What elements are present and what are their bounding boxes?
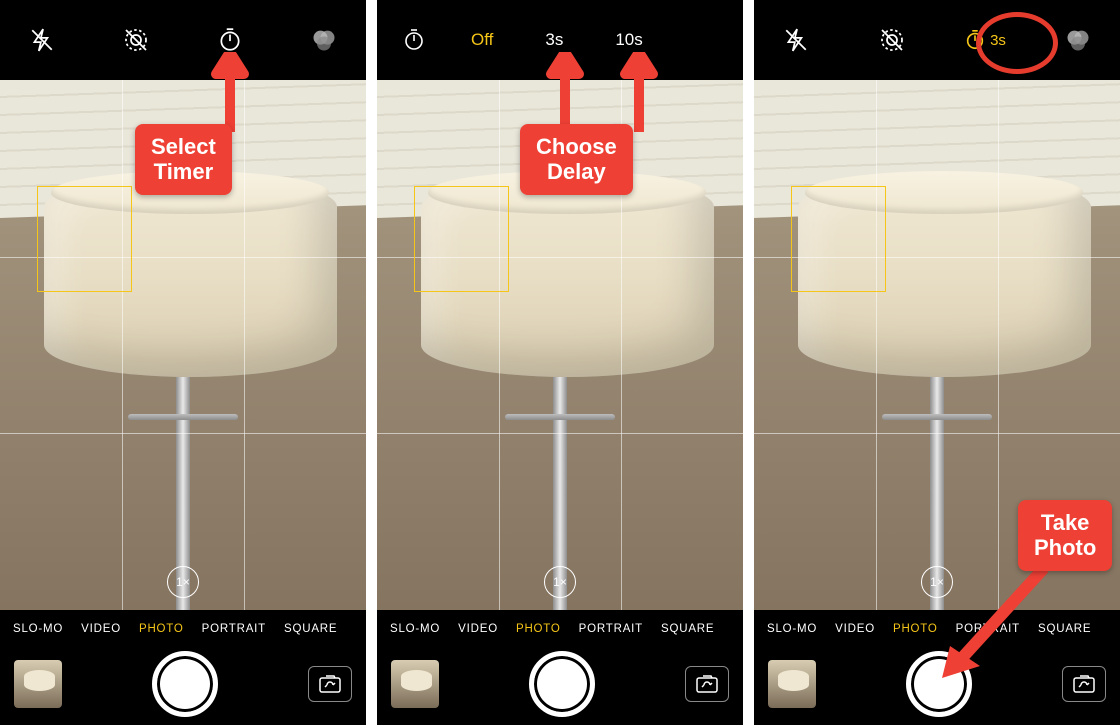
mode-slomo[interactable]: SLO-MO: [758, 623, 826, 635]
last-photo-thumbnail[interactable]: [14, 660, 62, 708]
mode-slomo[interactable]: SLO-MO: [4, 623, 72, 635]
filters-icon[interactable]: [294, 10, 354, 70]
filters-icon[interactable]: [1048, 10, 1108, 70]
timer-option-off[interactable]: Off: [459, 30, 505, 50]
camera-bottom-bar: SLO-MO VIDEO PHOTO PORTRAIT SQUARE: [377, 610, 743, 725]
mode-portrait[interactable]: PORTRAIT: [570, 623, 652, 635]
camera-mode-strip[interactable]: SLO-MO VIDEO PHOTO PORTRAIT SQUARE: [377, 610, 743, 648]
focus-rectangle: [414, 186, 509, 292]
phone-screen-2: Off 3s 10s 1× SLO-MO VIDEO PHOTO PORTRAI…: [377, 0, 743, 725]
camera-top-bar: [0, 0, 366, 80]
callout-select-timer: SelectTimer: [135, 124, 232, 195]
phone-screen-3: 3s 1× SLO-MO VIDEO PHOTO PORTRAIT SQUARE: [754, 0, 1120, 725]
callout-take-photo: TakePhoto: [1018, 500, 1112, 571]
shutter-button[interactable]: [152, 651, 218, 717]
mode-slomo[interactable]: SLO-MO: [381, 623, 449, 635]
phone-screen-1: 1× SLO-MO VIDEO PHOTO PORTRAIT SQUARE Se…: [0, 0, 366, 725]
timer-option-3s[interactable]: 3s: [533, 30, 575, 50]
timer-active-indicator[interactable]: 3s: [958, 10, 1012, 70]
flip-camera-icon[interactable]: [685, 666, 729, 702]
flip-camera-icon[interactable]: [308, 666, 352, 702]
timer-option-10s[interactable]: 10s: [603, 30, 654, 50]
mode-portrait[interactable]: PORTRAIT: [193, 623, 275, 635]
flash-off-icon[interactable]: [12, 10, 72, 70]
timer-icon[interactable]: [389, 10, 439, 70]
mode-photo[interactable]: PHOTO: [507, 623, 570, 635]
timer-active-label: 3s: [990, 32, 1006, 49]
flash-off-icon[interactable]: [766, 10, 826, 70]
last-photo-thumbnail[interactable]: [391, 660, 439, 708]
live-off-icon[interactable]: [862, 10, 922, 70]
focus-rectangle: [791, 186, 886, 292]
zoom-toggle[interactable]: 1×: [167, 566, 199, 598]
focus-rectangle: [37, 186, 132, 292]
mode-video[interactable]: VIDEO: [826, 623, 884, 635]
last-photo-thumbnail[interactable]: [768, 660, 816, 708]
mode-square[interactable]: SQUARE: [275, 623, 346, 635]
flip-camera-icon[interactable]: [1062, 666, 1106, 702]
mode-video[interactable]: VIDEO: [72, 623, 130, 635]
callout-choose-delay: ChooseDelay: [520, 124, 633, 195]
live-off-icon[interactable]: [106, 10, 166, 70]
shutter-button[interactable]: [529, 651, 595, 717]
zoom-toggle[interactable]: 1×: [544, 566, 576, 598]
camera-bottom-bar: SLO-MO VIDEO PHOTO PORTRAIT SQUARE: [0, 610, 366, 725]
mode-square[interactable]: SQUARE: [652, 623, 723, 635]
camera-top-bar: 3s: [754, 0, 1120, 80]
camera-mode-strip[interactable]: SLO-MO VIDEO PHOTO PORTRAIT SQUARE: [0, 610, 366, 648]
mode-photo[interactable]: PHOTO: [130, 623, 193, 635]
mode-video[interactable]: VIDEO: [449, 623, 507, 635]
